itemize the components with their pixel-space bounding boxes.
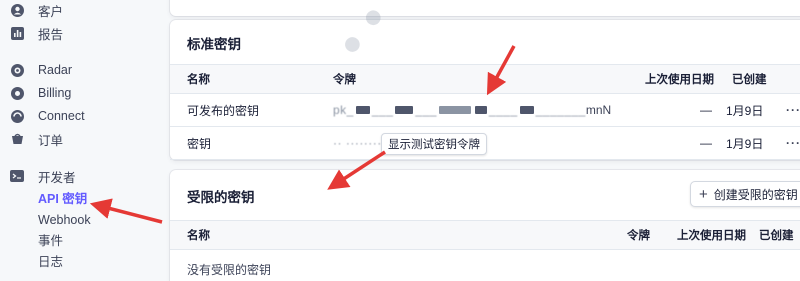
column-header-name: 名称 [187,74,210,86]
radar-icon [10,63,24,77]
token-redacted: ___ [415,103,437,117]
report-icon [10,26,24,40]
token-redacted: _______ [535,103,586,117]
created-value: 1月9日 [726,136,764,151]
sidebar-item-connect[interactable]: Connect [10,106,85,126]
column-header-last-used: 上次使用日期 [677,230,746,242]
sidebar-subitem-events[interactable]: 事件 [38,232,63,250]
token-redacted: pk_ [333,103,354,117]
sidebar-item-label: Billing [38,86,72,100]
sidebar-subitem-webhook[interactable]: Webhook [38,211,91,229]
section-title: 受限的密钥 [187,190,255,205]
redaction-bar [438,106,471,114]
empty-state-text: 没有受限的密钥 [187,262,272,277]
more-actions-button[interactable]: ··· [786,127,800,159]
publishable-key-token[interactable]: pk_ ___ ___ ____ _______ mnN [333,94,611,126]
column-header-last-used: 上次使用日期 [645,74,714,86]
billing-icon [10,86,24,100]
token-visible-suffix: mnN [585,103,612,117]
section-title: 标准密钥 [187,37,241,52]
key-name: 可发布的密钥 [187,103,260,118]
create-restricted-key-button[interactable]: + 创建受限的密钥 [690,181,800,207]
sidebar-item-orders[interactable]: 订单 [10,129,63,149]
more-actions-button[interactable]: ··· [786,94,800,126]
created-value: 1月9日 [726,103,764,118]
last-used-value: — [700,136,712,150]
sidebar-subitem-api-keys[interactable]: API 密钥 [38,190,87,208]
column-header-created: 已创建 [759,230,794,242]
button-label: 创建受限的密钥 [713,187,798,202]
key-name: 密钥 [187,136,212,151]
redaction-bar [519,106,534,114]
plus-icon: + [699,185,708,203]
sidebar-item-label: 开发者 [38,170,76,185]
token-redacted: ____ [488,103,518,117]
token-redacted: ___ [371,103,394,117]
sidebar-item-label: 客户 [38,4,64,19]
sidebar-item-customers[interactable]: 客户 [10,0,63,20]
table-row[interactable]: 可发布的密钥 pk_ ___ ___ ____ _______ mnN — 1月… [170,94,800,127]
table-header: 名称 令牌 上次使用日期 已创建 [170,220,800,250]
previous-card [170,0,800,16]
column-header-token: 令牌 [627,230,650,242]
sidebar-item-radar[interactable]: Radar [10,60,72,80]
column-header-name: 名称 [187,230,210,242]
restricted-keys-card: 受限的密钥 + 创建受限的密钥 名称 令牌 上次使用日期 已创建 没有受限的密钥 [170,170,800,281]
reveal-test-key-button[interactable]: 显示测试密钥令牌 [381,133,487,155]
sidebar-item-label: 订单 [38,133,64,148]
sidebar-item-reports[interactable]: 报告 [10,23,63,43]
column-header-created: 已创建 [732,74,767,86]
last-used-value: — [700,103,712,117]
orders-icon [10,132,24,146]
column-header-token: 令牌 [333,74,356,86]
sidebar-item-developers[interactable]: 开发者 [10,166,76,186]
sidebar: 客户 报告 Radar Billing Connect 订单 开发者 API 密… [0,0,160,281]
connect-icon [10,109,24,123]
sidebar-item-label: 报告 [38,27,64,42]
sidebar-item-label: Connect [38,109,85,123]
table-header: 名称 令牌 上次使用日期 已创建 [170,64,800,94]
redaction-bar [395,106,414,114]
redaction-bar [355,106,370,114]
customer-icon [10,3,24,17]
sidebar-subitem-logs[interactable]: 日志 [38,253,63,271]
sidebar-item-label: Radar [38,63,73,77]
sidebar-item-billing[interactable]: Billing [10,83,71,103]
developer-icon [10,169,24,183]
redaction-bar [474,106,487,114]
